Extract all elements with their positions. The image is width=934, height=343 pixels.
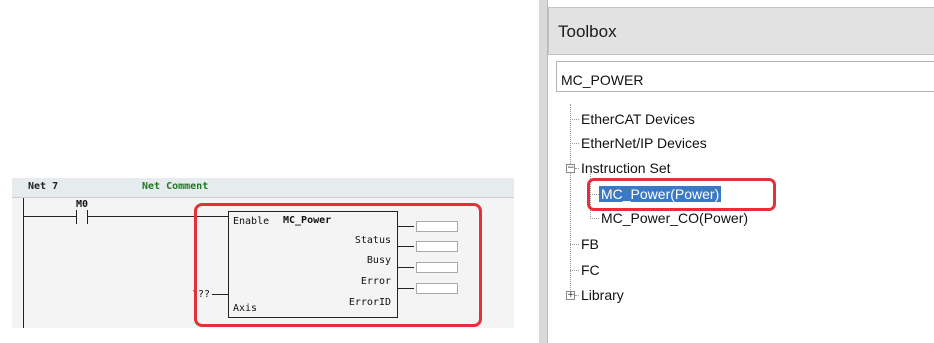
toolbox-tree: EtherCAT Devices EtherNet/IP Devices − I…: [556, 98, 934, 343]
toolbox-title: Toolbox: [558, 22, 617, 41]
net-comment[interactable]: Net Comment: [142, 181, 208, 192]
tree-branch: [575, 295, 579, 296]
expand-icon[interactable]: +: [566, 291, 575, 300]
left-power-rail: [23, 198, 24, 328]
tree-item-library[interactable]: Library: [581, 287, 624, 303]
tree-item-instruction-set[interactable]: Instruction Set: [581, 160, 671, 176]
toolbox-search-input[interactable]: [556, 61, 934, 92]
tree-item-mc-power-co[interactable]: MC_Power_CO(Power): [601, 210, 748, 226]
tree-branch: [570, 244, 579, 245]
tree-branch: [570, 119, 579, 120]
tree-item-fc[interactable]: FC: [581, 262, 600, 278]
tree-branch: [570, 270, 579, 271]
toolbox-panel: Toolbox EtherCAT Devices EtherNet/IP Dev…: [539, 0, 934, 343]
no-contact[interactable]: [76, 210, 88, 224]
net-header[interactable]: Net 7 Net Comment: [12, 178, 514, 198]
tree-branch: [570, 143, 579, 144]
tree-item-fb[interactable]: FB: [581, 236, 599, 252]
contact-label[interactable]: M0: [76, 199, 88, 210]
red-highlight-box: [194, 203, 482, 327]
tree-item-ethercat-devices[interactable]: EtherCAT Devices: [581, 111, 695, 127]
tree-branch: [590, 218, 599, 219]
collapse-icon[interactable]: −: [566, 164, 575, 173]
tree-root-line: [570, 104, 571, 294]
red-highlight-box: [587, 178, 776, 211]
tree-branch: [575, 168, 579, 169]
toolbox-titlebar: Toolbox: [548, 7, 934, 55]
ladder-editor: Net 7 Net Comment M0 Enable MC_Power Sta…: [12, 178, 514, 328]
panel-splitter[interactable]: [539, 0, 548, 343]
net-label: Net 7: [28, 181, 59, 192]
tree-item-ethernet-ip-devices[interactable]: EtherNet/IP Devices: [581, 135, 707, 151]
